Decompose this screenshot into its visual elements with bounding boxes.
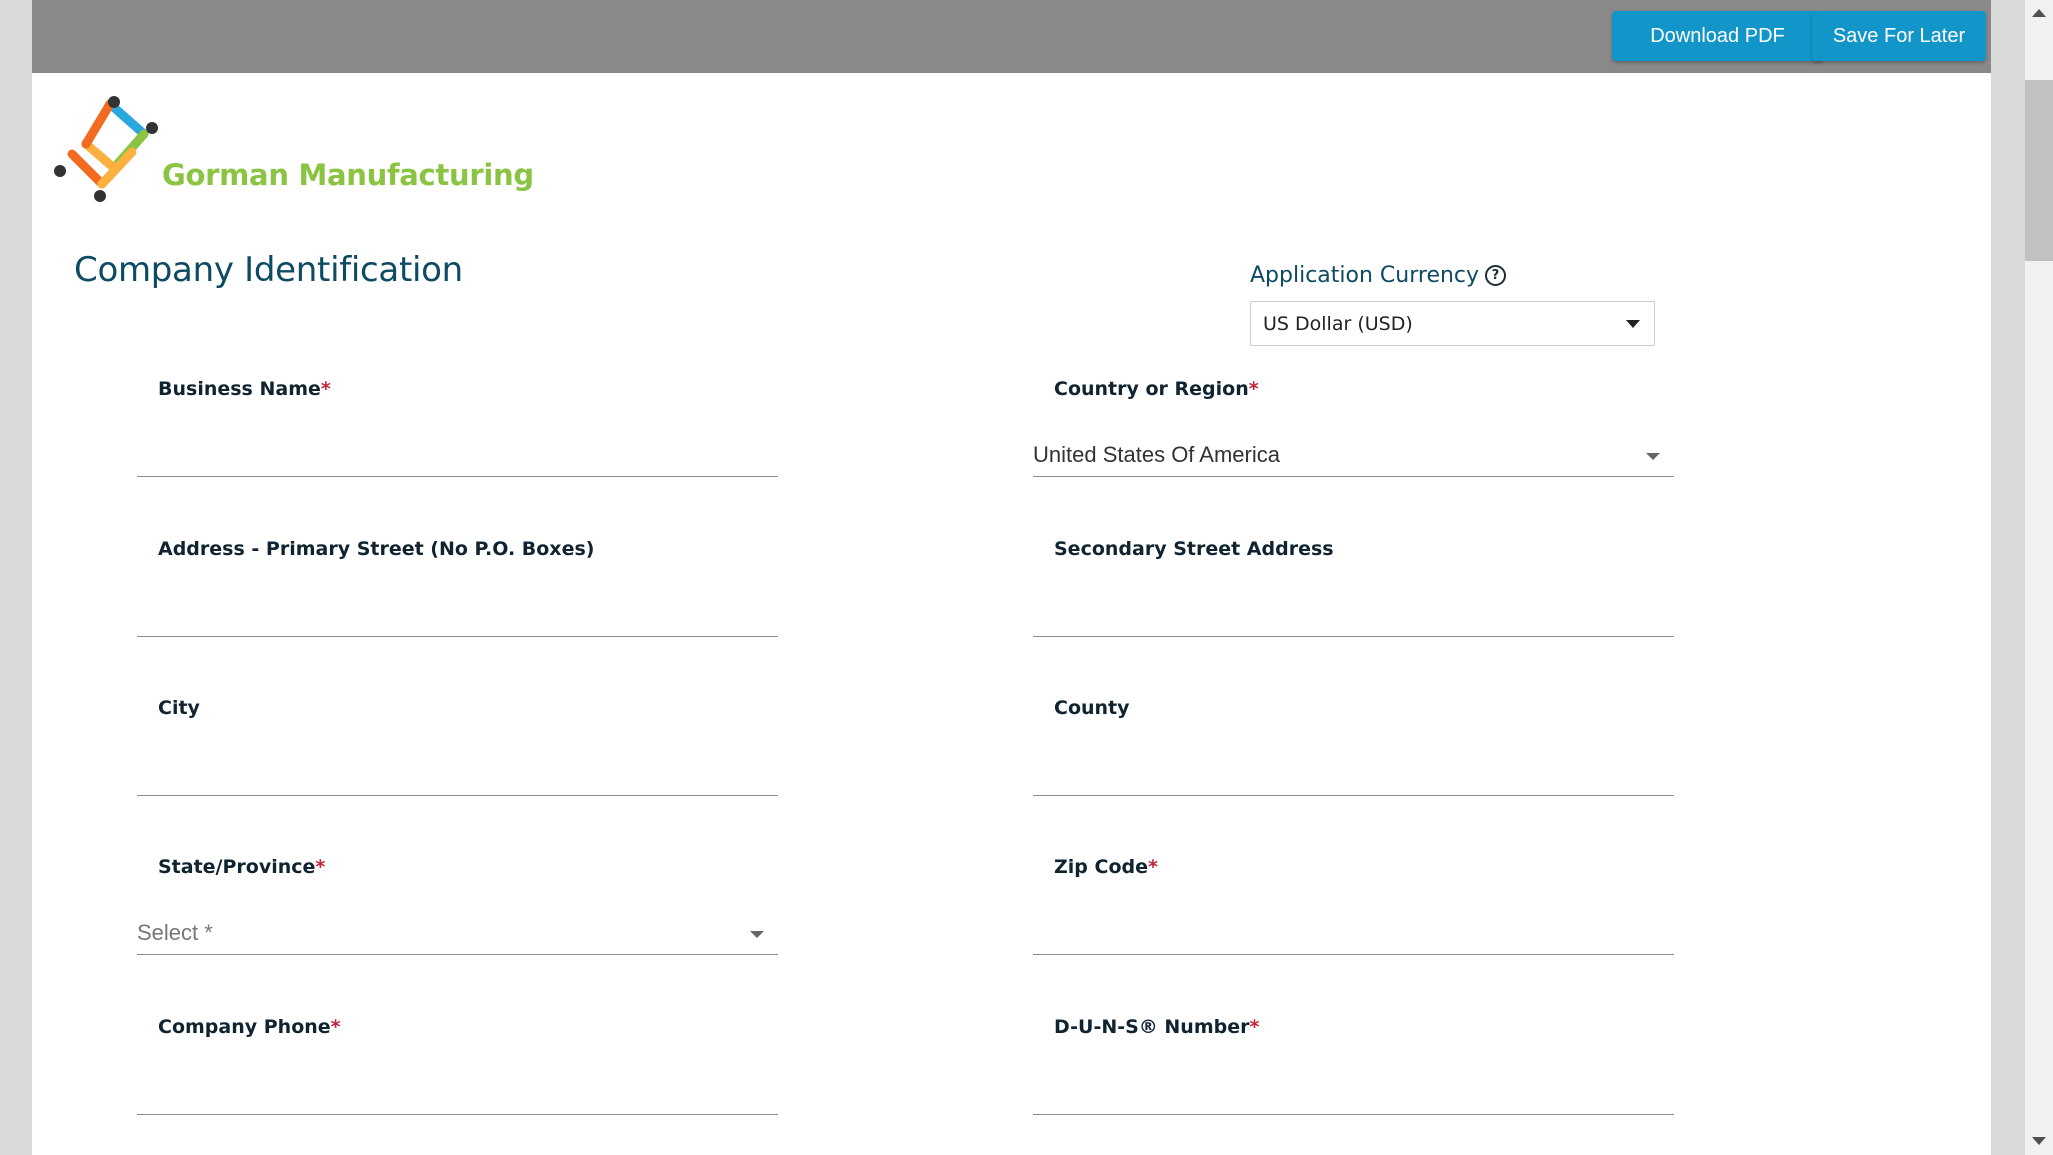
- duns-label-text: D-U-N-S® Number: [1054, 1016, 1250, 1038]
- country-select[interactable]: United States Of America: [1033, 439, 1674, 477]
- phone-input[interactable]: [137, 1077, 778, 1115]
- help-circle-icon[interactable]: ?: [1485, 265, 1507, 286]
- city-label: City: [158, 697, 200, 719]
- country-select-value: United States Of America: [1033, 442, 1280, 467]
- zip-label-text: Zip Code: [1054, 856, 1148, 878]
- business-name-label-text: Business Name: [158, 378, 321, 400]
- primary-street-input[interactable]: [137, 599, 778, 637]
- required-marker: *: [1248, 378, 1259, 400]
- duns-input[interactable]: [1033, 1077, 1674, 1115]
- zip-input[interactable]: [1033, 917, 1674, 955]
- secondary-street-label-text: Secondary Street Address: [1054, 538, 1334, 560]
- state-label-text: State/Province: [158, 856, 316, 878]
- secondary-street-label: Secondary Street Address: [1054, 538, 1334, 560]
- currency-label-text: Application Currency: [1250, 263, 1480, 288]
- chevron-down-icon: [1646, 453, 1660, 460]
- vertical-scrollbar[interactable]: [2025, 0, 2053, 1155]
- section-title: Company Identification: [74, 250, 463, 290]
- currency-label: Application Currency ?: [1250, 263, 1507, 288]
- city-input[interactable]: [137, 758, 778, 796]
- required-marker: *: [1148, 856, 1158, 878]
- required-marker: *: [1249, 1016, 1260, 1038]
- zip-label: Zip Code*: [1054, 856, 1158, 878]
- secondary-street-input[interactable]: [1033, 599, 1674, 637]
- save-for-later-button[interactable]: Save For Later: [1812, 11, 1986, 61]
- primary-street-label: Address - Primary Street (No P.O. Boxes): [158, 538, 594, 560]
- company-logo: Gorman Manufacturing: [52, 96, 534, 206]
- scroll-down-arrow-icon[interactable]: [2032, 1137, 2046, 1145]
- required-marker: *: [320, 378, 331, 400]
- required-marker: *: [315, 856, 326, 878]
- currency-select-value: US Dollar (USD): [1263, 312, 1413, 335]
- top-toolbar: Download PDF Save For Later: [32, 0, 1991, 73]
- chevron-down-icon: [750, 931, 764, 938]
- primary-street-label-text: Address - Primary Street (No P.O. Boxes): [158, 538, 595, 560]
- application-page: Download PDF Save For Later Gorman Manuf…: [32, 0, 1991, 1155]
- logo-mark-icon: [54, 96, 158, 202]
- currency-select[interactable]: US Dollar (USD): [1250, 301, 1655, 346]
- duns-label: D-U-N-S® Number*: [1054, 1016, 1259, 1038]
- county-label-text: County: [1054, 697, 1130, 719]
- state-select-placeholder: Select *: [137, 920, 213, 945]
- state-select[interactable]: Select *: [137, 917, 778, 955]
- phone-label-text: Company Phone: [158, 1016, 331, 1038]
- scroll-up-arrow-icon[interactable]: [2032, 9, 2046, 17]
- phone-label: Company Phone*: [158, 1016, 341, 1038]
- state-label: State/Province*: [158, 856, 325, 878]
- business-name-input[interactable]: [137, 439, 778, 477]
- chevron-down-icon: [1626, 320, 1640, 328]
- county-input[interactable]: [1033, 758, 1674, 796]
- scrollbar-thumb[interactable]: [2025, 80, 2053, 261]
- county-label: County: [1054, 697, 1130, 719]
- city-label-text: City: [158, 697, 200, 719]
- company-name: Gorman Manufacturing: [162, 158, 534, 192]
- required-marker: *: [330, 1016, 341, 1038]
- download-pdf-button[interactable]: Download PDF: [1612, 11, 1823, 61]
- country-label: Country or Region*: [1054, 378, 1259, 400]
- business-name-label: Business Name*: [158, 378, 331, 400]
- country-label-text: Country or Region: [1054, 378, 1249, 400]
